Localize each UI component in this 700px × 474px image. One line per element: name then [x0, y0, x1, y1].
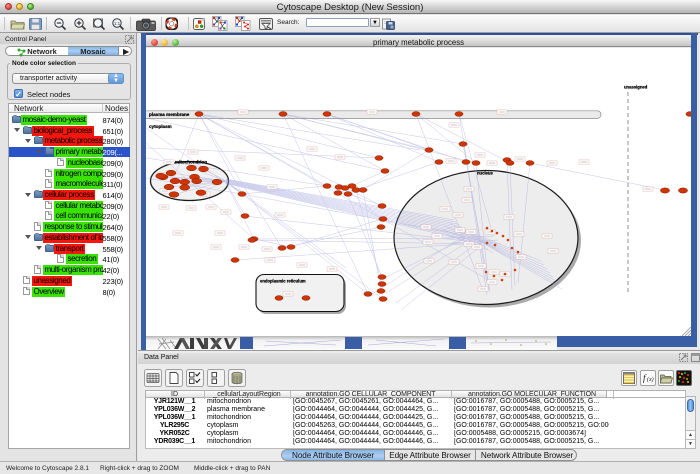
svg-text:mitochondrion: mitochondrion	[175, 160, 207, 165]
svg-text:endoplasmic reticulum: endoplasmic reticulum	[260, 279, 306, 284]
svg-text:cytoplasm: cytoplasm	[149, 124, 172, 129]
svg-text:unassigned: unassigned	[624, 85, 648, 90]
svg-text:plasma membrane: plasma membrane	[149, 112, 190, 117]
svg-text:1:1: 1:1	[114, 21, 121, 26]
svg-text:nucleus: nucleus	[477, 171, 493, 176]
svg-text:(x): (x)	[647, 376, 654, 383]
